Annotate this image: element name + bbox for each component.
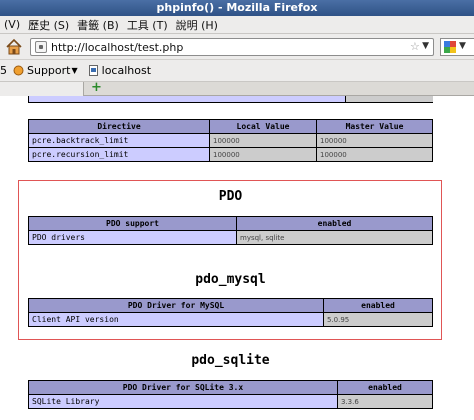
- table-row: PDO drivers mysql, sqlite: [28, 230, 433, 245]
- column-header: Directive: [28, 119, 210, 134]
- column-header: enabled: [337, 380, 433, 395]
- menu-history[interactable]: 歷史 (S): [24, 17, 73, 33]
- site-identity-icon[interactable]: [35, 41, 47, 53]
- table-header-row: PDO support enabled: [28, 216, 433, 231]
- row-key: Client API version: [28, 312, 324, 327]
- url-dropdown-icon[interactable]: ▼: [422, 41, 429, 51]
- local-value: 100000: [209, 147, 317, 162]
- pdo-table: PDO support enabled PDO drivers mysql, s…: [28, 216, 433, 245]
- row-value: mysql, sqlite: [236, 230, 433, 245]
- table-row: pcre.recursion_limit 100000 100000: [28, 147, 433, 162]
- row-value: 3.3.6: [337, 394, 433, 409]
- pdo-sqlite-table: PDO Driver for SQLite 3.x enabled SQLite…: [28, 380, 433, 409]
- page-icon: [88, 65, 98, 76]
- menu-view[interactable]: (V): [0, 18, 24, 31]
- menu-tools[interactable]: 工具 (T): [123, 17, 172, 33]
- bookmark-localhost-label: localhost: [101, 64, 152, 77]
- row-key: SQLite Library: [28, 394, 338, 409]
- table-header-row: Directive Local Value Master Value: [28, 119, 433, 134]
- search-dropdown-icon[interactable]: ▼: [459, 41, 466, 51]
- bookmark-localhost[interactable]: localhost: [88, 64, 151, 77]
- new-tab-button[interactable]: +: [91, 80, 102, 95]
- master-value: 100000: [316, 147, 433, 162]
- directive-table: Directive Local Value Master Value pcre.…: [28, 119, 433, 162]
- tab-strip: +: [0, 80, 474, 96]
- column-header: Local Value: [209, 119, 317, 134]
- row-value: 5.0.95: [323, 312, 433, 327]
- home-icon[interactable]: [5, 38, 23, 56]
- column-header: PDO Driver for SQLite 3.x: [28, 380, 338, 395]
- table-row: SQLite Library 3.3.6: [28, 394, 433, 409]
- bookmark-star-icon[interactable]: ☆: [410, 40, 420, 53]
- menu-bookmarks[interactable]: 書籤 (B): [73, 17, 123, 33]
- local-value: 100000: [209, 133, 317, 148]
- pdo-mysql-section-title: pdo_mysql: [195, 272, 266, 287]
- window-title: phpinfo() - Mozilla Firefox: [0, 0, 474, 16]
- table-header-row: PDO Driver for MySQL enabled: [28, 298, 433, 313]
- directive-name: pcre.recursion_limit: [28, 147, 210, 162]
- pdo-sqlite-section-title: pdo_sqlite: [191, 353, 270, 368]
- pdo-section-title: PDO: [218, 189, 243, 204]
- menu-bar: (V) 歷史 (S) 書籤 (B) 工具 (T) 說明 (H): [0, 16, 474, 34]
- page-content: Directive Local Value Master Value pcre.…: [0, 96, 474, 420]
- chevron-down-icon: ▼: [71, 66, 78, 75]
- pdo-mysql-table: PDO Driver for MySQL enabled Client API …: [28, 298, 433, 327]
- column-header: enabled: [236, 216, 433, 231]
- truncated-table-row: [28, 96, 433, 103]
- support-icon: [13, 65, 24, 76]
- search-engine-selector[interactable]: ▼: [440, 38, 474, 56]
- column-header: enabled: [323, 298, 433, 313]
- column-header: PDO Driver for MySQL: [28, 298, 324, 313]
- bookmarks-toolbar: 5 Support ▼ localhost: [0, 60, 474, 82]
- tab-current[interactable]: [0, 82, 84, 96]
- directive-name: pcre.backtrack_limit: [28, 133, 210, 148]
- navigation-toolbar: http://localhost/test.php ▼ ☆ ▼: [0, 34, 474, 60]
- column-header: PDO support: [28, 216, 237, 231]
- column-header: Master Value: [316, 119, 433, 134]
- table-row: pcre.backtrack_limit 100000 100000: [28, 133, 433, 148]
- bookmark-support-label: Support: [27, 64, 71, 77]
- bookmark-prefix: 5: [0, 64, 7, 77]
- table-header-row: PDO Driver for SQLite 3.x enabled: [28, 380, 433, 395]
- table-row: Client API version 5.0.95: [28, 312, 433, 327]
- url-bar[interactable]: http://localhost/test.php ▼: [30, 38, 434, 56]
- google-icon: [444, 41, 456, 53]
- menu-help[interactable]: 說明 (H): [172, 17, 222, 33]
- row-key: PDO drivers: [28, 230, 237, 245]
- url-text[interactable]: http://localhost/test.php: [51, 41, 183, 54]
- master-value: 100000: [316, 133, 433, 148]
- bookmark-support[interactable]: Support ▼: [13, 64, 78, 77]
